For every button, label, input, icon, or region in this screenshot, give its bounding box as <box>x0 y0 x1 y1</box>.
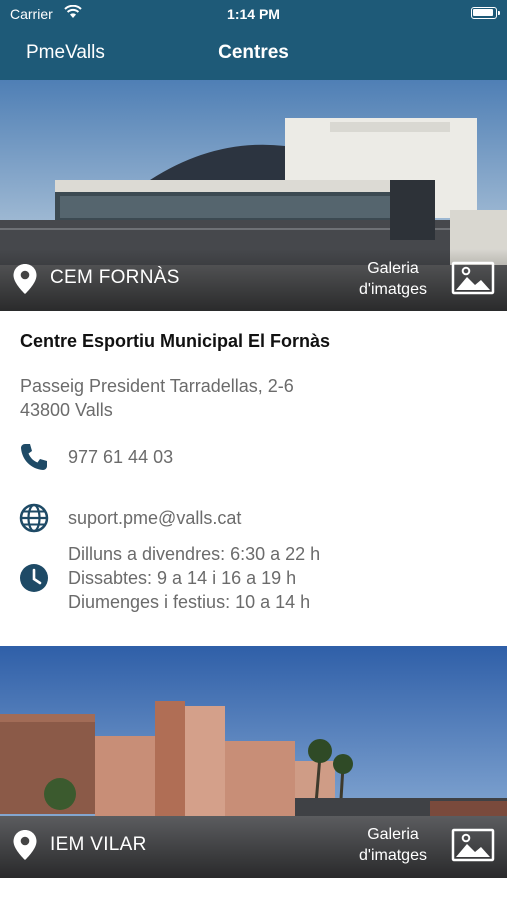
page-title: Centres <box>218 42 289 63</box>
gallery-link[interactable]: Galeria d'imatges <box>350 824 436 866</box>
email-link[interactable]: suport.pme@valls.cat <box>68 506 241 530</box>
globe-icon <box>19 503 49 533</box>
centre-full-name: Centre Esportiu Municipal El Fornàs <box>20 331 331 351</box>
navigation-bar: Carrier 1:14 PM PmeValls Centres <box>0 0 507 80</box>
location-pin-icon <box>13 830 37 860</box>
centre-short-name: CEM FORNÀS <box>50 267 180 288</box>
gallery-label-line2: d'imatges <box>359 847 427 864</box>
hours-saturday: Dissabtes: 9 a 14 i 16 a 19 h <box>68 568 297 588</box>
centre-address: Passeig President Tarradellas, 2-6 43800… <box>20 374 294 422</box>
gallery-label-line2: d'imatges <box>359 281 427 298</box>
gallery-link[interactable]: Galeria d'imatges <box>350 258 436 300</box>
address-street: Passeig President Tarradellas, 2-6 <box>20 376 294 396</box>
gallery-label-line1: Galeria <box>367 826 419 843</box>
status-bar: Carrier 1:14 PM <box>0 0 507 28</box>
phone-number[interactable]: 977 61 44 03 <box>68 445 173 469</box>
status-time: 1:14 PM <box>227 6 280 22</box>
image-gallery-icon[interactable] <box>451 261 495 295</box>
clock-icon <box>20 564 48 592</box>
centre-hero-image[interactable]: IEM VILAR Galeria d'imatges <box>0 646 507 878</box>
hours-weekdays: Dilluns a divendres: 6:30 a 22 h <box>68 544 321 564</box>
address-city: 43800 Valls <box>20 400 113 420</box>
battery-icon <box>471 7 500 19</box>
centre-details: Centre Esportiu Municipal El Fornàs Pass… <box>0 311 507 646</box>
hours-sunday: Diumenges i festius: 10 a 14 h <box>68 592 311 612</box>
phone-icon <box>21 444 47 470</box>
location-pin-icon <box>13 264 37 294</box>
opening-hours: Dilluns a divendres: 6:30 a 22 h Dissabt… <box>68 542 320 614</box>
centre-short-name: IEM VILAR <box>50 834 147 855</box>
gallery-label-line1: Galeria <box>367 260 419 277</box>
image-gallery-icon[interactable] <box>451 828 495 862</box>
centre-hero-image[interactable]: CEM FORNÀS Galeria d'imatges <box>0 80 507 311</box>
